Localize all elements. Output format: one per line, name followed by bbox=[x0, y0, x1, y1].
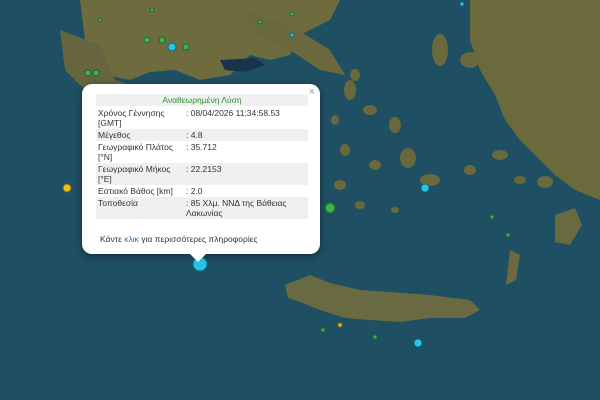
detail-value: : 35.712 bbox=[186, 142, 217, 152]
more-info-suffix: για περισσότερες πληροφορίες bbox=[138, 234, 258, 244]
detail-row-location: Τοποθεσία : 85 Χλμ. ΝΝΔ της Βάθειας Λακω… bbox=[96, 197, 308, 219]
earthquake-marker bbox=[257, 19, 263, 25]
popup-title: Αναθεωρημένη Λύση bbox=[96, 94, 308, 106]
detail-value: : 08/04/2026 11:34:58.53 bbox=[186, 108, 280, 118]
earthquake-marker bbox=[62, 183, 72, 193]
earthquake-marker bbox=[489, 214, 495, 220]
earthquake-marker bbox=[372, 334, 378, 340]
detail-label: Μέγεθος bbox=[96, 129, 184, 141]
detail-row-latitude: Γεωγραφικό Πλάτος [°N] : 35.712 bbox=[96, 141, 308, 163]
close-icon[interactable]: × bbox=[309, 86, 315, 98]
more-info-link[interactable]: κλικ bbox=[124, 234, 139, 244]
detail-value: : 85 Χλμ. ΝΝΔ της Βάθειας Λακωνίας bbox=[184, 197, 308, 219]
more-info-text: Κάντε κλικ για περισσότερες πληροφορίες bbox=[100, 234, 258, 244]
earthquake-marker bbox=[324, 202, 336, 214]
earthquake-marker bbox=[459, 1, 465, 7]
earthquake-marker bbox=[505, 232, 511, 238]
earthquake-marker bbox=[167, 42, 177, 52]
detail-row-longitude: Γεωγραφικό Μήκος [°E] : 22.2153 bbox=[96, 163, 308, 185]
earthquake-marker bbox=[143, 36, 151, 44]
earthquake-marker bbox=[182, 43, 190, 51]
earthquake-marker bbox=[420, 183, 430, 193]
earthquake-marker bbox=[289, 32, 295, 38]
earthquake-marker bbox=[97, 17, 103, 23]
detail-label: Εστιακό Βάθος [km] bbox=[98, 186, 173, 196]
detail-row-origin-time: Χρόνος Γέννησης [GMT] : 08/04/2026 11:34… bbox=[96, 107, 308, 129]
more-info-prefix: Κάντε bbox=[100, 234, 125, 244]
earthquake-marker bbox=[158, 36, 166, 44]
earthquake-marker bbox=[92, 69, 100, 77]
earthquake-details-table: Χρόνος Γέννησης [GMT] : 08/04/2026 11:34… bbox=[96, 107, 308, 219]
earthquake-marker bbox=[84, 69, 92, 77]
detail-value: : 22.2153 bbox=[184, 163, 308, 185]
earthquake-marker bbox=[413, 338, 423, 348]
earthquake-marker bbox=[149, 7, 155, 13]
earthquake-marker bbox=[289, 11, 295, 17]
earthquake-marker bbox=[320, 327, 326, 333]
detail-label: Γεωγραφικό Πλάτος [°N] bbox=[98, 142, 173, 162]
detail-value: : 2.0 bbox=[186, 186, 203, 196]
detail-label: Τοποθεσία bbox=[96, 197, 184, 219]
detail-label: Χρόνος Γέννησης [GMT] bbox=[98, 108, 165, 128]
earthquake-info-popup: × Αναθεωρημένη Λύση Χρόνος Γέννησης [GMT… bbox=[82, 84, 320, 262]
detail-row-magnitude: Μέγεθος : 4.8 bbox=[96, 129, 308, 141]
detail-label: Γεωγραφικό Μήκος [°E] bbox=[96, 163, 184, 185]
detail-row-depth: Εστιακό Βάθος [km] : 2.0 bbox=[96, 185, 308, 197]
detail-value: : 4.8 bbox=[184, 129, 308, 141]
earthquake-marker bbox=[337, 322, 343, 328]
